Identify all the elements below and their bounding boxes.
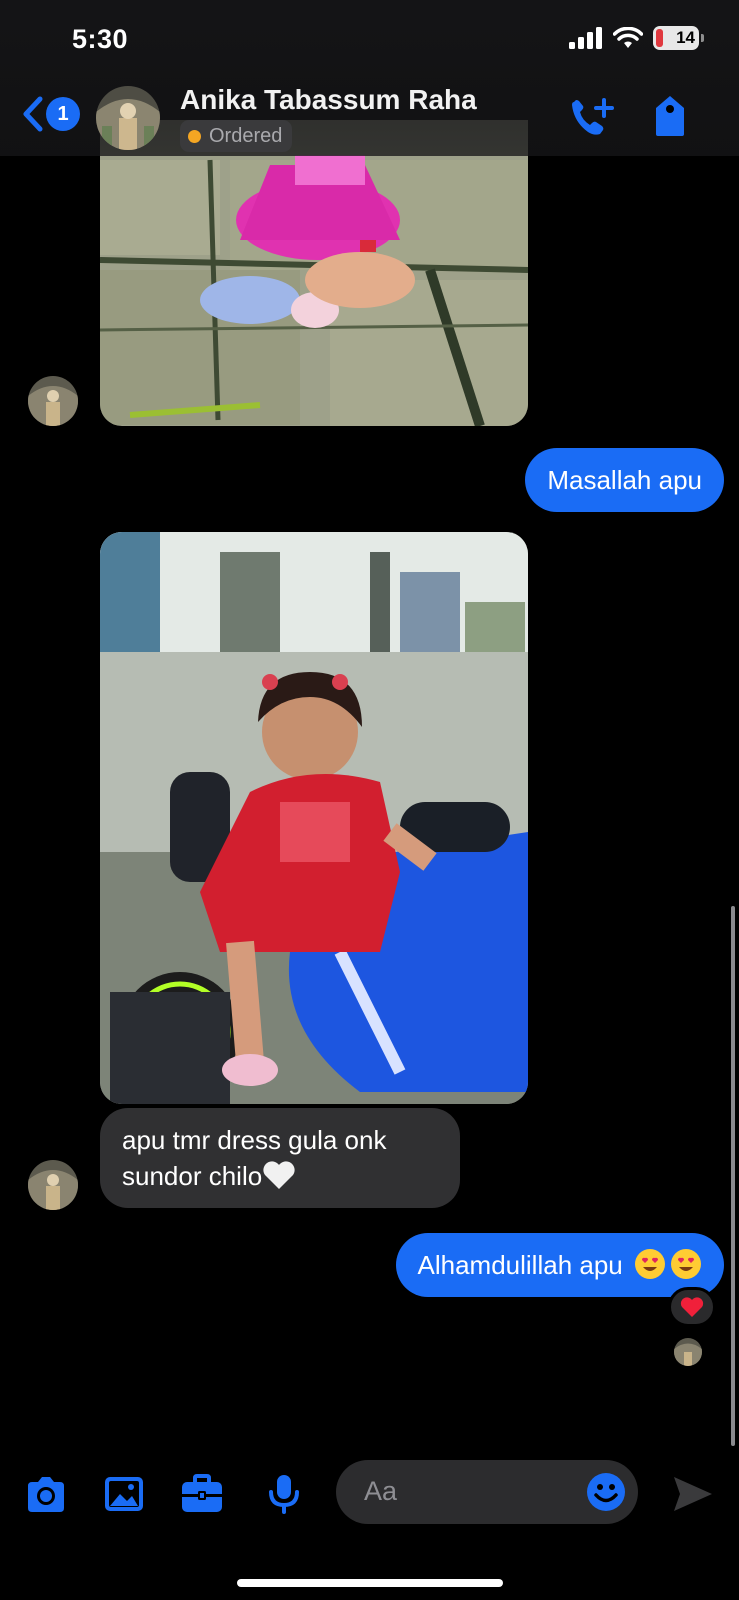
status-time: 5:30 <box>72 24 129 54</box>
seen-indicator-avatar <box>674 1338 702 1366</box>
photo-icon[interactable] <box>102 1474 146 1514</box>
contact-profile-avatar[interactable] <box>96 86 160 150</box>
status-icons: 14 <box>569 26 704 50</box>
contact-avatar[interactable] <box>28 376 78 426</box>
message-input-placeholder: Aa <box>364 1476 398 1506</box>
heart-eyes-emoji-icon <box>635 1249 665 1279</box>
conversation-header: 5:30 14 1 Anika Tabassum Raha Ordered <box>0 0 739 156</box>
back-chevron-icon <box>23 96 43 132</box>
message-reaction[interactable] <box>668 1287 716 1327</box>
contact-profile-image <box>96 86 160 150</box>
emoji-icon[interactable] <box>586 1472 626 1512</box>
battery-indicator: 14 <box>653 26 704 50</box>
outgoing-message[interactable]: Masallah apu <box>525 448 724 512</box>
message-input[interactable]: Aa <box>336 1460 638 1524</box>
message-photo-1[interactable] <box>100 120 528 426</box>
message-text-line-2-text: sundor chilo <box>122 1161 263 1191</box>
camera-icon[interactable] <box>24 1474 68 1514</box>
message-photo-2[interactable] <box>100 532 528 1104</box>
contact-avatar-image <box>28 376 78 426</box>
chat-scrollbar[interactable] <box>731 906 735 1446</box>
back-button[interactable]: 1 <box>22 96 80 132</box>
briefcase-icon[interactable] <box>180 1474 224 1514</box>
message-text-line-1: apu tmr dress gula onk <box>122 1125 387 1155</box>
microphone-icon[interactable] <box>262 1474 306 1514</box>
send-icon[interactable] <box>672 1474 714 1514</box>
contact-avatar-image <box>28 1160 78 1210</box>
wifi-icon <box>613 27 643 48</box>
red-heart-icon <box>680 1297 704 1317</box>
seen-avatar-image <box>674 1338 702 1366</box>
photo-1-image <box>100 120 528 426</box>
message-composer: Aa <box>0 1458 739 1528</box>
contact-name[interactable]: Anika Tabassum Raha <box>180 84 477 116</box>
tag-icon[interactable] <box>652 94 688 138</box>
contact-avatar[interactable] <box>28 1160 78 1210</box>
photo-2-image <box>100 532 528 1104</box>
home-indicator[interactable] <box>237 1579 503 1587</box>
message-text-line-2: sundor chilo <box>122 1158 438 1194</box>
message-text: Alhamdulillah apu <box>417 1250 623 1280</box>
battery-level: 14 <box>676 28 695 47</box>
order-label-text: Ordered <box>209 124 283 147</box>
incoming-message[interactable]: apu tmr dress gula onk sundor chilo <box>100 1108 460 1208</box>
unread-count-badge: 1 <box>46 97 80 131</box>
add-call-icon[interactable] <box>568 96 616 140</box>
outgoing-message[interactable]: Alhamdulillah apu <box>395 1233 724 1297</box>
white-heart-icon <box>263 1161 295 1189</box>
label-status-dot <box>188 129 201 143</box>
heart-eyes-emoji-icon <box>671 1249 701 1279</box>
order-label-chip[interactable]: Ordered <box>180 120 293 152</box>
cellular-signal-icon <box>569 27 602 49</box>
message-text: Masallah apu <box>547 465 702 495</box>
